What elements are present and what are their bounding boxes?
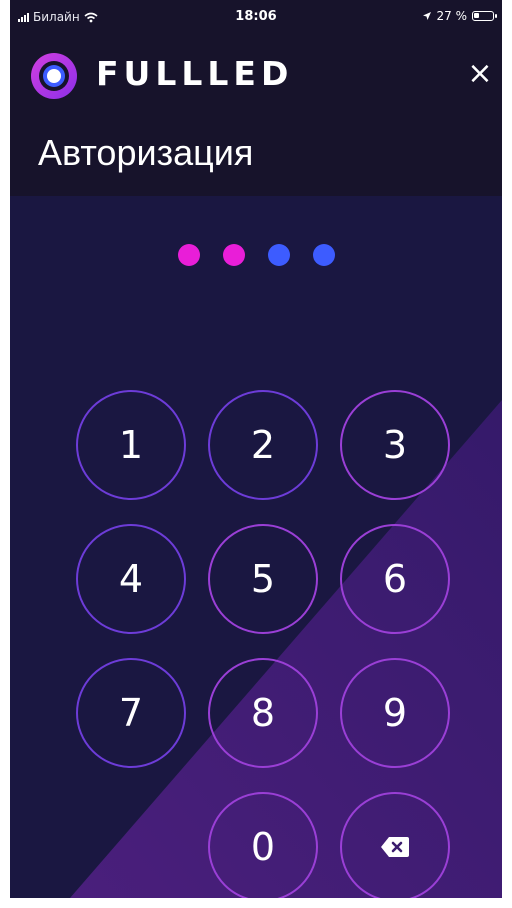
key-label: 1 — [118, 423, 144, 467]
battery-icon — [472, 11, 497, 21]
battery-level — [474, 13, 479, 18]
fullled-logo-icon — [31, 53, 77, 99]
keypad-key-5[interactable]: 5 — [208, 524, 318, 634]
keypad-key-7[interactable]: 7 — [76, 658, 186, 768]
pin-dot-empty — [312, 244, 335, 266]
key-label: 8 — [250, 691, 276, 735]
key-label: 7 — [118, 691, 144, 735]
status-bar: Билайн 18:06 27 % — [10, 0, 502, 36]
keypad-key-6[interactable]: 6 — [340, 524, 450, 634]
pin-dot-filled — [177, 244, 200, 266]
page-title: Авторизация — [38, 132, 254, 173]
keypad-key-2[interactable]: 2 — [208, 390, 318, 500]
backspace-icon — [381, 837, 409, 857]
key-label: 4 — [118, 557, 144, 601]
key-label: 3 — [382, 423, 408, 467]
keypad-key-9[interactable]: 9 — [340, 658, 450, 768]
app-header: FULLLED × Авторизация — [10, 36, 502, 196]
pin-indicator — [10, 244, 502, 268]
keypad-key-8[interactable]: 8 — [208, 658, 318, 768]
pin-dot-filled — [222, 244, 245, 266]
key-label: 5 — [250, 557, 276, 601]
keypad-key-1[interactable]: 1 — [76, 390, 186, 500]
key-label: 2 — [250, 423, 276, 467]
brand-name: FULLLED — [96, 54, 294, 93]
keypad-key-4[interactable]: 4 — [76, 524, 186, 634]
key-label: 9 — [382, 691, 408, 735]
key-label: 0 — [250, 825, 276, 869]
app-screen: Билайн 18:06 27 % FULLLED × Авторизация … — [10, 0, 502, 898]
backspace-button[interactable] — [340, 792, 450, 898]
keypad-key-3[interactable]: 3 — [340, 390, 450, 500]
pin-dot-empty — [267, 244, 290, 266]
close-icon: × — [467, 56, 493, 91]
close-button[interactable]: × — [462, 56, 498, 92]
location-arrow-icon — [422, 12, 431, 20]
screen-border-bottom — [0, 898, 512, 908]
status-right: 27 % — [422, 9, 497, 23]
key-label: 6 — [382, 557, 408, 601]
battery-percent: 27 % — [436, 9, 468, 23]
keypad-key-0[interactable]: 0 — [208, 792, 318, 898]
